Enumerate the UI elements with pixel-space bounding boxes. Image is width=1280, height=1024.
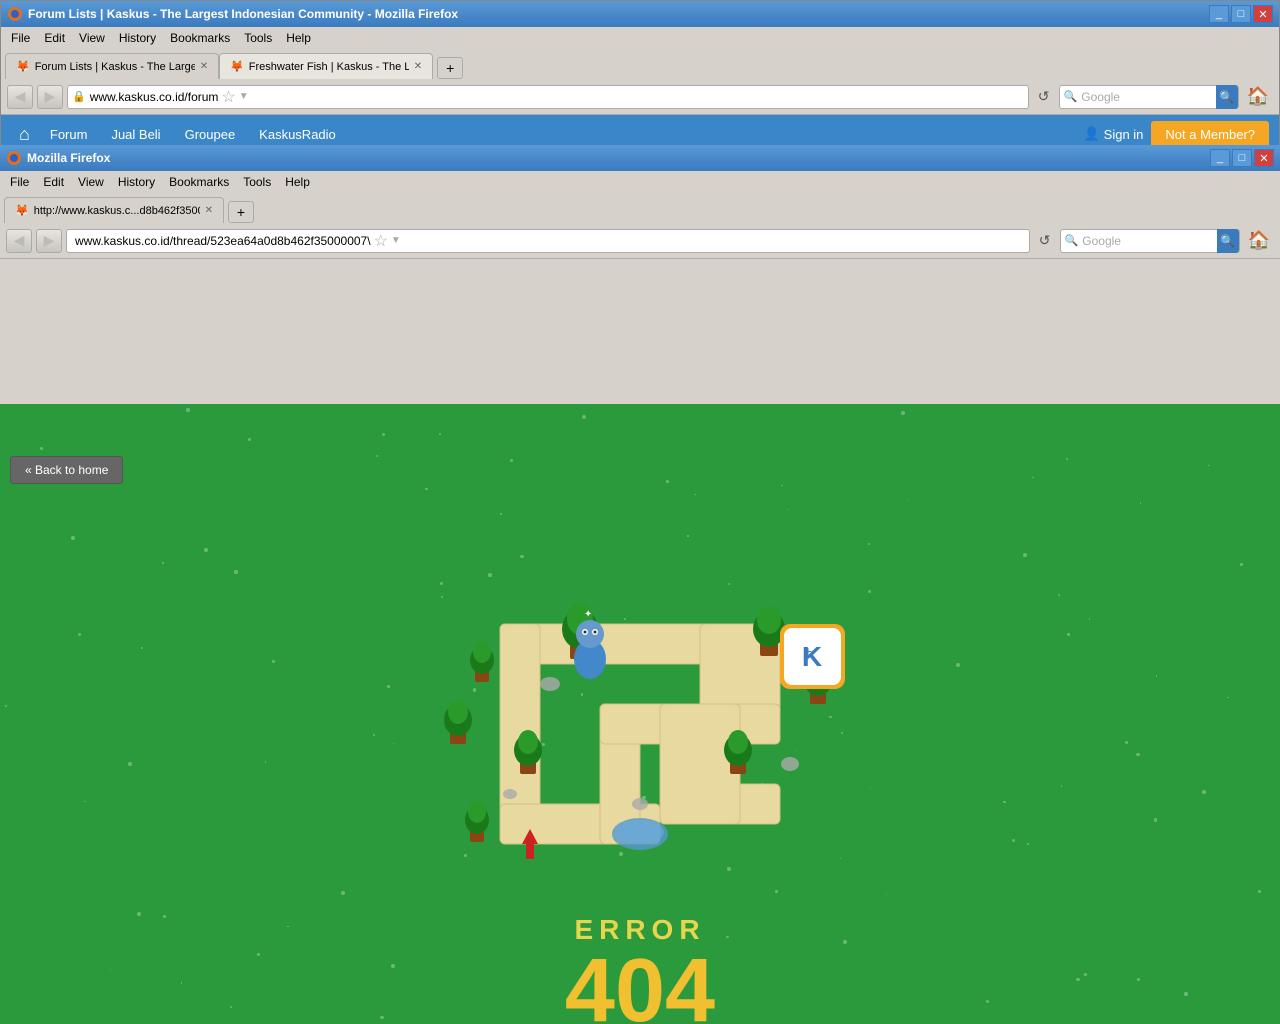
new-tab-button[interactable]: + <box>437 57 463 79</box>
menu-view[interactable]: View <box>73 29 111 47</box>
tab-1-close[interactable]: ✕ <box>414 61 422 72</box>
inner-maximize-button[interactable]: □ <box>1232 149 1252 167</box>
inner-bookmark-star-icon[interactable]: ☆ <box>371 231 391 251</box>
outer-search-input[interactable]: Google <box>1081 90 1215 104</box>
inner-search-input[interactable]: Google <box>1082 234 1216 248</box>
kaskus-nav-right: 👤 Sign in Not a Member? <box>1083 121 1269 148</box>
inner-menu-help[interactable]: Help <box>279 173 316 191</box>
inner-menu-file[interactable]: File <box>4 173 35 191</box>
inner-menu-tools[interactable]: Tools <box>237 173 277 191</box>
outer-window-title: Forum Lists | Kaskus - The Largest Indon… <box>28 7 458 21</box>
bookmark-star-icon[interactable]: ☆ <box>218 87 238 107</box>
inner-tab-0[interactable]: 🦊 http://www.kaskus.c...d8b462f35000007%… <box>4 197 224 223</box>
nav-kaskusradio[interactable]: KaskusRadio <box>247 127 348 142</box>
signin-button[interactable]: 👤 Sign in <box>1083 126 1143 142</box>
firefox-logo-icon <box>7 6 23 22</box>
tab-0-label: Forum Lists | Kaskus - The Largest Indon… <box>35 61 195 73</box>
forward-button[interactable]: ▶ <box>37 85 63 109</box>
inner-tab-0-label: http://www.kaskus.c...d8b462f35000007%5C <box>34 205 200 217</box>
inner-win-controls: _ □ ✕ <box>1210 149 1274 167</box>
search-submit-button[interactable]: 🔍 <box>1216 85 1238 109</box>
outer-title-text: Forum Lists | Kaskus - The Largest Indon… <box>7 6 458 22</box>
tab-1-icon: 🦊 <box>230 60 244 73</box>
error-page: « Back to home <box>0 404 1280 1024</box>
kaskus-home-icon[interactable]: ⌂ <box>11 124 38 145</box>
inner-window-title: Mozilla Firefox <box>27 151 110 165</box>
svg-text:+: + <box>804 643 812 659</box>
menu-tools[interactable]: Tools <box>238 29 278 47</box>
refresh-button[interactable]: ↺ <box>1033 85 1055 109</box>
menu-edit[interactable]: Edit <box>38 29 71 47</box>
nav-forum[interactable]: Forum <box>38 127 100 142</box>
inner-menu-bookmarks[interactable]: Bookmarks <box>163 173 235 191</box>
outer-menubar: File Edit View History Bookmarks Tools H… <box>1 27 1279 49</box>
inner-menu-history[interactable]: History <box>112 173 161 191</box>
maze-graphic: K + ✦ <box>420 584 860 904</box>
outer-tabs-bar: 🦊 Forum Lists | Kaskus - The Largest Ind… <box>1 49 1279 79</box>
inner-back-button[interactable]: ◀ <box>6 229 32 253</box>
inner-firefox-icon <box>6 150 22 166</box>
inner-tab-0-close[interactable]: ✕ <box>205 205 213 216</box>
home-nav-button[interactable]: 🏠 <box>1243 86 1273 107</box>
menu-bookmarks[interactable]: Bookmarks <box>164 29 236 47</box>
outer-addressbar: ◀ ▶ 🔒 www.kaskus.co.id/forum ☆ ▼ ↺ 🔍 Goo… <box>1 79 1279 115</box>
inner-title-text: Mozilla Firefox <box>6 150 110 166</box>
search-engine-icon: 🔍 <box>1060 90 1082 103</box>
inner-tabs-bar: 🦊 http://www.kaskus.c...d8b462f35000007%… <box>0 193 1280 223</box>
signin-label: Sign in <box>1104 127 1144 142</box>
error-illustration: K + ✦ <box>410 584 870 1024</box>
menu-history[interactable]: History <box>113 29 162 47</box>
outer-title-bar: Forum Lists | Kaskus - The Largest Indon… <box>1 1 1279 27</box>
inner-menu-edit[interactable]: Edit <box>37 173 70 191</box>
url-display[interactable]: www.kaskus.co.id/forum <box>90 90 219 104</box>
tab-1-label: Freshwater Fish | Kaskus - The Largest I… <box>249 61 409 73</box>
tab-0-icon: 🦊 <box>16 60 30 73</box>
nav-groupee[interactable]: Groupee <box>173 127 248 142</box>
inner-home-nav-button[interactable]: 🏠 <box>1244 230 1274 251</box>
page-lock-icon: 🔒 <box>72 90 86 103</box>
inner-menubar: File Edit View History Bookmarks Tools H… <box>0 171 1280 193</box>
minimize-button[interactable]: _ <box>1209 5 1229 23</box>
inner-url-display[interactable]: www.kaskus.co.id/thread/523ea64a0d8b462f… <box>75 234 371 248</box>
inner-tab-0-icon: 🦊 <box>15 204 29 217</box>
error-code: 404 <box>497 946 784 1024</box>
inner-title-bar: Mozilla Firefox _ □ ✕ <box>0 145 1280 171</box>
user-icon: 👤 <box>1083 126 1099 142</box>
inner-search-submit-button[interactable]: 🔍 <box>1217 229 1239 253</box>
maximize-button[interactable]: □ <box>1231 5 1251 23</box>
inner-forward-button[interactable]: ▶ <box>36 229 62 253</box>
error-text-block: ERROR 404 WE CAN'T FIND THE PAGE YOU ARE… <box>497 914 784 1024</box>
inner-addressbar: ◀ ▶ www.kaskus.co.id/thread/523ea64a0d8b… <box>0 223 1280 259</box>
tab-1[interactable]: 🦊 Freshwater Fish | Kaskus - The Largest… <box>219 53 433 79</box>
back-to-home-button[interactable]: « Back to home <box>10 456 123 484</box>
menu-file[interactable]: File <box>5 29 36 47</box>
not-member-button[interactable]: Not a Member? <box>1151 121 1269 148</box>
dropdown-arrow-icon[interactable]: ▼ <box>239 91 249 102</box>
inner-close-button[interactable]: ✕ <box>1254 149 1274 167</box>
inner-new-tab-button[interactable]: + <box>228 201 254 223</box>
inner-menu-view[interactable]: View <box>72 173 110 191</box>
inner-dropdown-arrow-icon[interactable]: ▼ <box>391 235 401 246</box>
svg-text:✦: ✦ <box>584 609 592 620</box>
outer-win-controls: _ □ ✕ <box>1209 5 1273 23</box>
back-button[interactable]: ◀ <box>7 85 33 109</box>
menu-help[interactable]: Help <box>280 29 317 47</box>
inner-minimize-button[interactable]: _ <box>1210 149 1230 167</box>
inner-firefox-window: Mozilla Firefox _ □ ✕ File Edit View His… <box>0 145 1280 1024</box>
tab-0-close[interactable]: ✕ <box>200 61 208 72</box>
inner-refresh-button[interactable]: ↺ <box>1034 229 1056 253</box>
outer-firefox-window: Forum Lists | Kaskus - The Largest Indon… <box>0 0 1280 145</box>
nav-jualbeli[interactable]: Jual Beli <box>99 127 172 142</box>
close-button[interactable]: ✕ <box>1253 5 1273 23</box>
inner-search-engine-icon: 🔍 <box>1061 234 1083 247</box>
tab-0[interactable]: 🦊 Forum Lists | Kaskus - The Largest Ind… <box>5 53 219 79</box>
